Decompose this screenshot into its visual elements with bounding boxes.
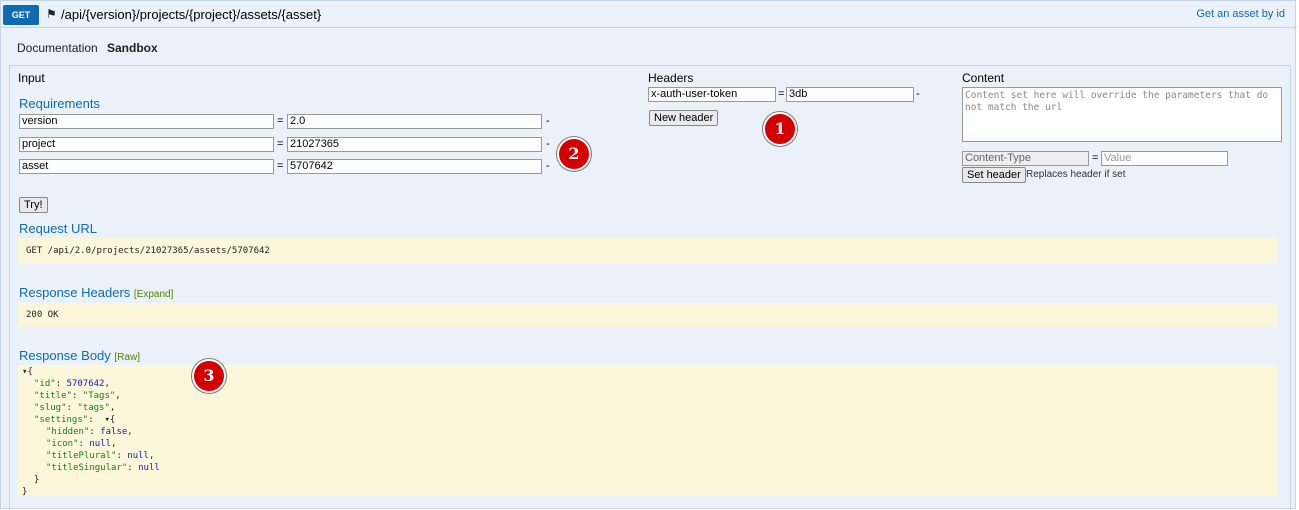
try-button[interactable]: Try! bbox=[19, 197, 48, 213]
json-line: "hidden": false, bbox=[46, 427, 133, 437]
json-line: "titleSingular": null bbox=[46, 463, 160, 473]
dash: - bbox=[546, 115, 550, 127]
equals-sign: = bbox=[277, 160, 284, 172]
raw-body-link[interactable]: [Raw] bbox=[114, 352, 140, 363]
response-body-heading: Response Body [Raw] bbox=[19, 348, 140, 363]
request-url-heading: Request URL bbox=[19, 221, 98, 236]
input-title: Input bbox=[18, 71, 45, 85]
json-line: "titlePlural": null, bbox=[46, 451, 155, 461]
json-line[interactable]: ▾{ bbox=[22, 367, 33, 377]
annotation-marker-3: 3 bbox=[192, 359, 226, 393]
param-value-version[interactable]: 2.0 bbox=[287, 114, 542, 129]
content-type-field[interactable]: Content-Type bbox=[962, 151, 1089, 166]
dash: - bbox=[546, 160, 550, 172]
param-value-asset[interactable]: 5707642 bbox=[287, 159, 542, 174]
response-headers-heading: Response Headers [Expand] bbox=[19, 285, 173, 300]
endpoint-path[interactable]: /api/{version}/projects/{project}/assets… bbox=[61, 7, 321, 22]
json-line: "icon": null, bbox=[46, 439, 117, 449]
json-line: "id": 5707642, bbox=[34, 379, 110, 389]
json-line[interactable]: "settings": ▾{ bbox=[34, 415, 115, 425]
operation-header[interactable]: GET ⚑ /api/{version}/projects/{project}/… bbox=[1, 1, 1297, 28]
json-line: "title": "Tags", bbox=[34, 391, 121, 401]
sandbox-panel: Input Requirements version = 2.0 - proje… bbox=[9, 65, 1291, 510]
equals-sign: = bbox=[778, 88, 785, 100]
annotation-marker-1: 1 bbox=[763, 112, 797, 146]
response-body-title: Response Body bbox=[19, 348, 111, 363]
redacted-token-overlay bbox=[810, 88, 913, 101]
json-line: } bbox=[34, 475, 40, 485]
request-url-block: GET /api/2.0/projects/21027365/assets/57… bbox=[18, 238, 1278, 264]
equals-sign: = bbox=[1092, 152, 1099, 164]
param-name-version[interactable]: version bbox=[19, 114, 274, 129]
request-url: GET /api/2.0/projects/21027365/assets/57… bbox=[26, 246, 270, 256]
equals-sign: = bbox=[277, 115, 284, 127]
equals-sign: = bbox=[277, 138, 284, 150]
param-value-project[interactable]: 21027365 bbox=[287, 137, 542, 152]
requirements-heading: Requirements bbox=[19, 96, 100, 111]
content-title: Content bbox=[962, 71, 1005, 85]
set-header-note: Replaces header if set bbox=[1026, 169, 1126, 180]
path-icon: ⚑ bbox=[46, 7, 57, 21]
tab-sandbox[interactable]: Sandbox bbox=[107, 41, 158, 55]
expand-headers-link[interactable]: [Expand] bbox=[134, 289, 173, 300]
header-name-field[interactable]: x-auth-user-token bbox=[648, 87, 776, 102]
response-headers-block: 200 OK bbox=[18, 303, 1278, 327]
dash: - bbox=[916, 88, 920, 100]
headers-title: Headers bbox=[648, 71, 694, 85]
operation-summary-link[interactable]: Get an asset by id bbox=[1196, 8, 1285, 20]
json-line: "slug": "tags", bbox=[34, 403, 116, 413]
tab-documentation[interactable]: Documentation bbox=[17, 41, 98, 55]
response-headers-title: Response Headers bbox=[19, 285, 131, 300]
dash: - bbox=[546, 138, 550, 150]
new-header-button[interactable]: New header bbox=[649, 110, 719, 126]
content-textarea[interactable]: Content set here will override the param… bbox=[962, 87, 1282, 142]
annotation-marker-2: 2 bbox=[557, 137, 591, 171]
http-method-badge[interactable]: GET bbox=[3, 5, 39, 25]
param-name-asset[interactable]: asset bbox=[19, 159, 274, 174]
operation-panel: GET ⚑ /api/{version}/projects/{project}/… bbox=[0, 0, 1297, 510]
param-name-project[interactable]: project bbox=[19, 137, 274, 152]
response-status: 200 OK bbox=[26, 310, 59, 320]
header-value-input[interactable]: Value bbox=[1101, 151, 1228, 166]
set-header-button[interactable]: Set header bbox=[962, 167, 1026, 183]
json-line: } bbox=[22, 487, 28, 497]
